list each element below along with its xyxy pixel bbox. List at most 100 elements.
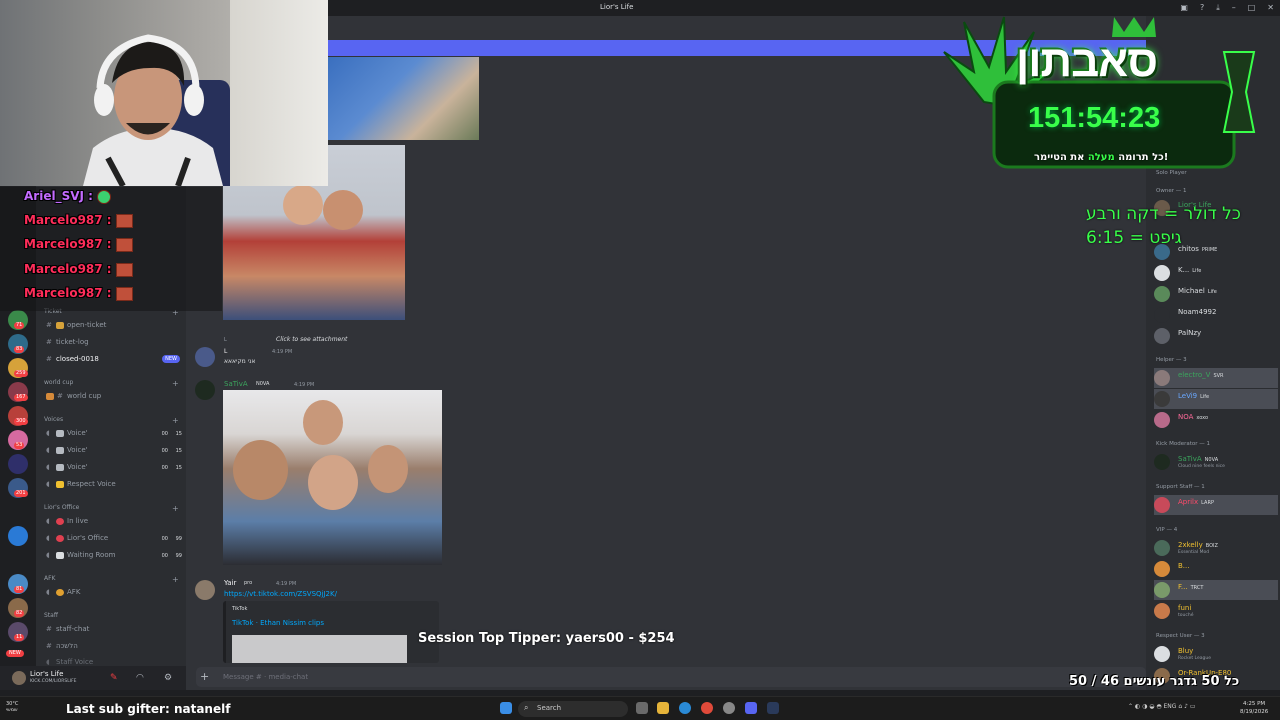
add-channel-icon[interactable]: + bbox=[172, 379, 179, 388]
member-item[interactable]: NOA xoxo bbox=[1154, 410, 1278, 430]
speaker-icon: ◖ bbox=[46, 446, 50, 454]
category-staff[interactable]: Staff bbox=[44, 612, 58, 619]
channel-label: Voice' bbox=[67, 446, 88, 454]
channel-label: הלשכה bbox=[56, 642, 78, 650]
member-category-support: Support Staff — 1 bbox=[1156, 484, 1205, 490]
avatar bbox=[1154, 391, 1170, 407]
channel-staff-office[interactable]: # הלשכה bbox=[46, 640, 178, 652]
hash-icon: # bbox=[46, 642, 52, 650]
message-author[interactable]: L bbox=[224, 348, 227, 355]
taskbar-search[interactable]: ⌕ Search bbox=[518, 701, 628, 717]
channel-ticket-log[interactable]: # ticket-log bbox=[46, 336, 178, 348]
file-explorer-icon[interactable] bbox=[657, 702, 669, 714]
member-item[interactable]: B... bbox=[1154, 559, 1278, 579]
category-liors-office[interactable]: Lior's Office + bbox=[44, 504, 179, 513]
reply-attachment-link[interactable]: Click to see attachment bbox=[276, 336, 347, 343]
member-item[interactable]: SaTivA N0VA Cloud nine feels nice bbox=[1154, 452, 1278, 472]
gear-icon[interactable]: ⚙ bbox=[164, 673, 172, 683]
hourglass-icon bbox=[56, 551, 64, 559]
taskbar-clock[interactable]: 4:25 PM 8/19/2026 bbox=[1240, 700, 1268, 716]
message-input[interactable]: + Message # · media-chat bbox=[196, 667, 1146, 687]
window-title: Lior's Life bbox=[600, 3, 634, 11]
voice-channel-afk[interactable]: ◖ AFK bbox=[46, 586, 178, 598]
punishment-goal: כל 50 גדגר עונשים 46 / 50 bbox=[1069, 674, 1240, 689]
steam-icon[interactable] bbox=[767, 702, 779, 714]
voice-channel-3[interactable]: ◖ Voice' 00 15 bbox=[46, 461, 182, 473]
channel-staff-chat[interactable]: # staff-chat bbox=[46, 623, 178, 635]
kick-chat-overlay: Ariel_SVJ : Marcelo987 : Marcelo987 : Ma… bbox=[0, 187, 222, 311]
rail-badge: 83 bbox=[14, 346, 25, 353]
chrome-icon[interactable] bbox=[701, 702, 713, 714]
voice-channel-1[interactable]: ◖ Voice' 00 15 bbox=[46, 427, 182, 439]
member-item[interactable]: funi touché bbox=[1154, 601, 1278, 621]
clock-time: 4:25 PM bbox=[1243, 701, 1266, 707]
live-icon bbox=[56, 517, 64, 525]
chat-username: Marcelo987 : bbox=[24, 286, 112, 300]
member-item[interactable]: F... TRCT bbox=[1154, 580, 1278, 600]
avatar[interactable] bbox=[195, 347, 215, 367]
weather-widget[interactable]: 30°C שמשי bbox=[6, 701, 18, 713]
voice-channel-respect[interactable]: ◖ Respect Voice bbox=[46, 478, 178, 490]
attachment-image[interactable] bbox=[328, 57, 479, 140]
voice-channel-waiting-room[interactable]: ◖ Waiting Room 00 99 bbox=[46, 549, 182, 561]
member-item[interactable]: Michael Life bbox=[1154, 284, 1278, 304]
headphones-icon[interactable]: ◠ bbox=[136, 673, 144, 683]
chat-username: Marcelo987 : bbox=[24, 262, 112, 276]
search-icon: ⌕ bbox=[524, 703, 529, 712]
channel-closed-0018[interactable]: # closed-0018 NEW bbox=[46, 353, 180, 365]
avatar[interactable] bbox=[195, 380, 215, 400]
voice-channel-liors-office[interactable]: ◖ Lior's Office 00 99 bbox=[46, 532, 182, 544]
member-item[interactable]: K... Life bbox=[1154, 263, 1278, 283]
speaker-icon bbox=[56, 446, 64, 454]
member-item[interactable]: Noam4992 bbox=[1154, 305, 1278, 325]
add-channel-icon[interactable]: + bbox=[172, 504, 179, 513]
role-tag: N0VA bbox=[256, 381, 270, 387]
mute-icon[interactable]: ✎ bbox=[110, 673, 118, 683]
settings-icon[interactable] bbox=[723, 702, 735, 714]
attachment-image[interactable] bbox=[223, 390, 442, 565]
start-icon[interactable] bbox=[500, 702, 512, 714]
member-category-kick-mod: Kick Moderator — 1 bbox=[1156, 441, 1210, 447]
kick-chat-line: Marcelo987 : bbox=[24, 286, 133, 301]
avatar[interactable] bbox=[12, 671, 26, 685]
system-tray[interactable]: ⌃ ◐ ◑ ◒ ◓ ENG ⌂ ♪ ▭ bbox=[1128, 703, 1195, 710]
server-icon[interactable] bbox=[8, 526, 28, 546]
message-author[interactable]: Yair bbox=[224, 579, 236, 587]
channel-open-ticket[interactable]: # open-ticket bbox=[46, 319, 178, 331]
member-item[interactable]: 2xkelly BOIZ Essential Mod bbox=[1154, 538, 1278, 558]
member-name: electro_V SVR bbox=[1178, 371, 1224, 379]
voice-channel-in-live[interactable]: ◖ In live bbox=[46, 515, 178, 527]
category-voices[interactable]: Voices + bbox=[44, 416, 179, 425]
add-attachment-icon[interactable]: + bbox=[200, 670, 209, 683]
avatar[interactable] bbox=[195, 580, 215, 600]
member-category-respect: Respect User — 3 bbox=[1156, 633, 1205, 639]
message-placeholder: Message # · media-chat bbox=[223, 673, 309, 681]
user-panel-name: Lior's Life bbox=[30, 670, 64, 678]
message-link[interactable]: https://vt.tiktok.com/ZSVSQjJ2K/ bbox=[224, 590, 337, 598]
member-name: Michael Life bbox=[1178, 287, 1217, 295]
embed-thumbnail[interactable] bbox=[232, 635, 407, 663]
discord-icon[interactable] bbox=[745, 702, 757, 714]
member-item[interactable]: PalNzy bbox=[1154, 326, 1278, 346]
subathon-timer: 151:54:23 bbox=[1028, 102, 1161, 134]
member-item[interactable]: electro_V SVR bbox=[1154, 368, 1278, 388]
message-author[interactable]: SaTivA bbox=[224, 380, 248, 388]
member-item[interactable]: Aprilx LARP bbox=[1154, 495, 1278, 515]
photo-face bbox=[283, 185, 323, 225]
member-item[interactable]: Bluy Rocket League bbox=[1154, 644, 1278, 664]
category-afk[interactable]: AFK + bbox=[44, 575, 179, 584]
category-world-cup[interactable]: world cup + bbox=[44, 379, 179, 388]
edge-icon[interactable] bbox=[679, 702, 691, 714]
add-channel-icon[interactable]: + bbox=[172, 575, 179, 584]
member-item[interactable]: LeVi9 Life bbox=[1154, 389, 1278, 409]
rail-badge: 11 bbox=[14, 634, 25, 641]
reply-user[interactable]: L bbox=[224, 337, 227, 343]
embed-title[interactable]: TikTok · Ethan Nissim clips bbox=[232, 619, 324, 627]
channel-world-cup[interactable]: # world cup bbox=[46, 390, 178, 402]
task-view-icon[interactable] bbox=[636, 702, 648, 714]
kick-chat-line: Marcelo987 : bbox=[24, 237, 133, 252]
add-channel-icon[interactable]: + bbox=[172, 416, 179, 425]
server-icon[interactable] bbox=[8, 454, 28, 474]
voice-channel-2[interactable]: ◖ Voice' 00 15 bbox=[46, 444, 182, 456]
role-tag: pro bbox=[244, 580, 253, 586]
